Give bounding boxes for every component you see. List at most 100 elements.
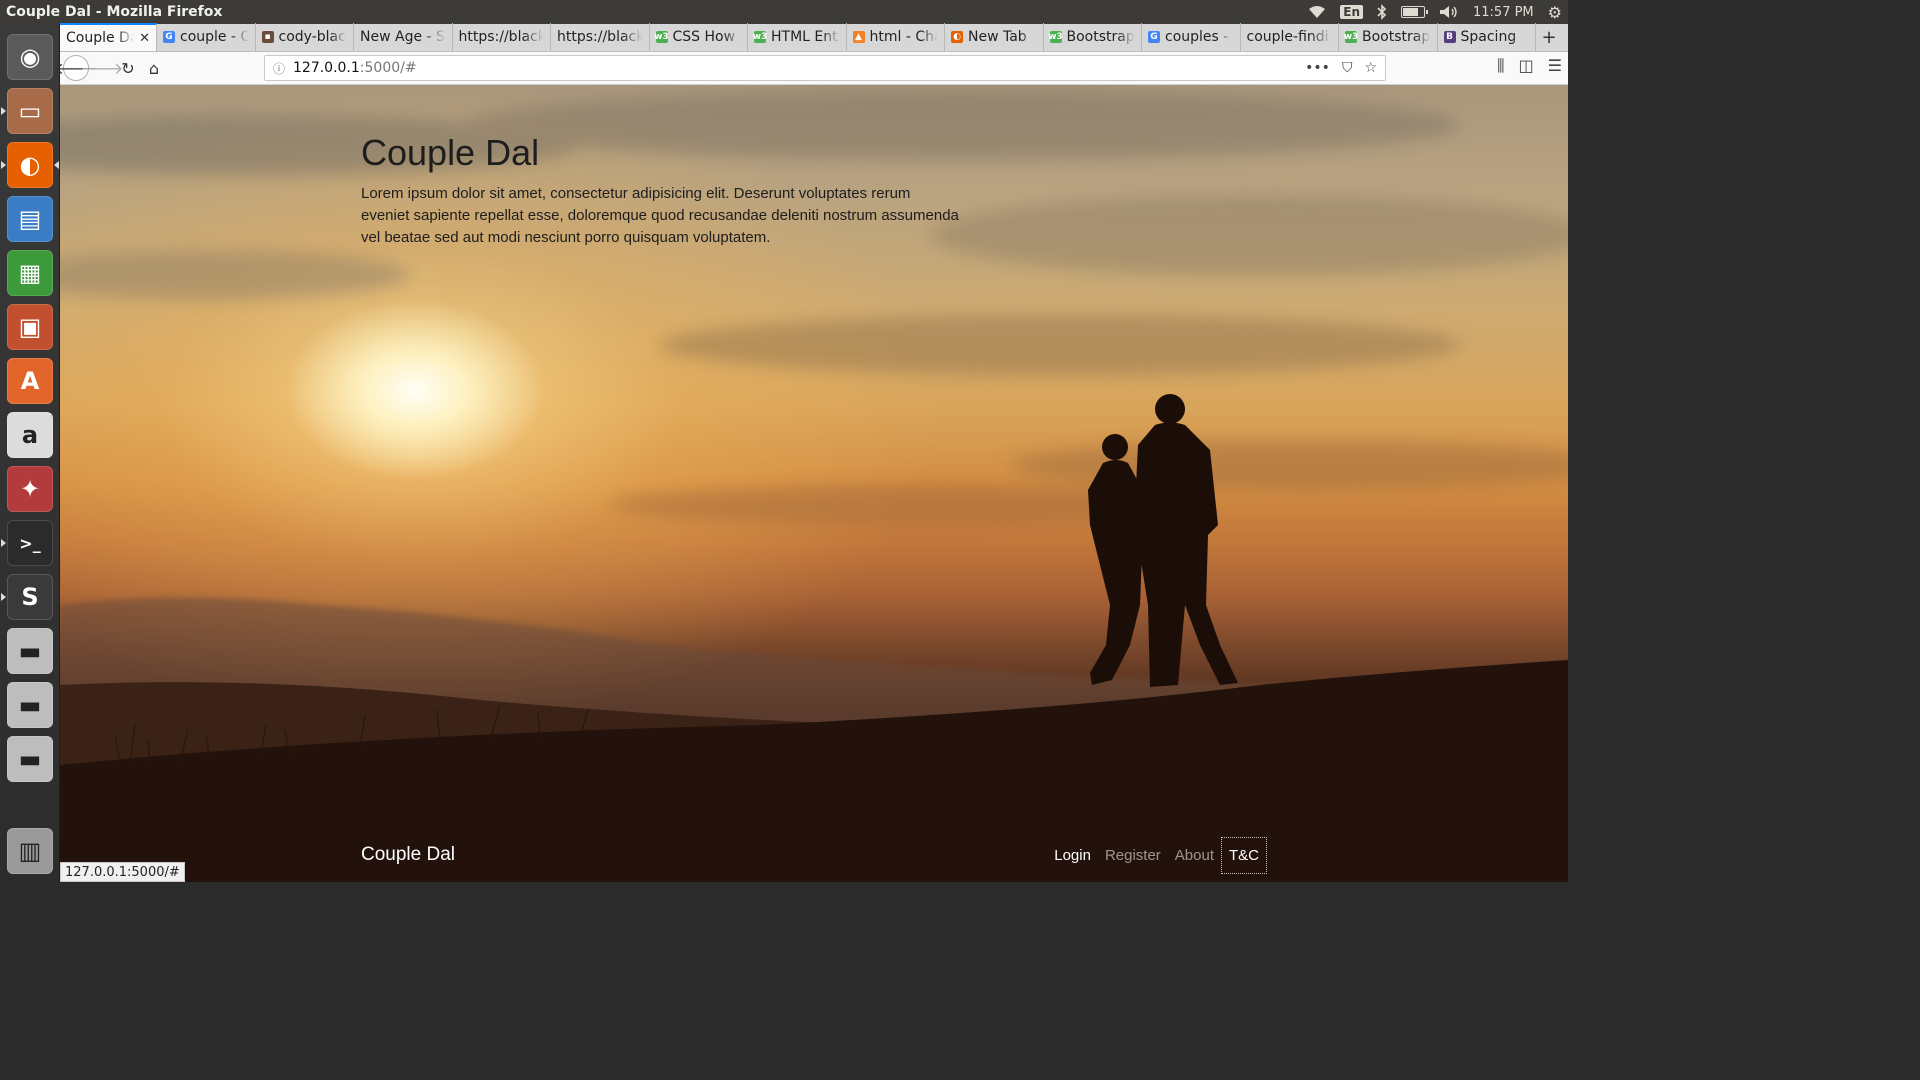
drive-icon-1[interactable]: ▬: [7, 628, 53, 674]
tab-label: couples -: [1165, 29, 1229, 45]
link-status-bar: 127.0.0.1:5000/#: [60, 862, 185, 882]
sublime-text-icon[interactable]: S: [7, 574, 53, 620]
footer-link-login[interactable]: Login: [1047, 838, 1098, 873]
url-path: :5000/#: [359, 60, 417, 76]
software-center-icon[interactable]: A: [7, 358, 53, 404]
tab-label: Spacing: [1460, 29, 1517, 45]
browser-tab[interactable]: Couple Dal ✕: [60, 23, 157, 51]
volume-icon[interactable]: [1439, 5, 1459, 19]
calc-icon[interactable]: ▦: [7, 250, 53, 296]
browser-tab[interactable]: https://black: [453, 23, 551, 51]
tab-favicon-icon: ◐: [951, 31, 963, 43]
battery-icon[interactable]: [1401, 6, 1428, 18]
bluetooth-icon[interactable]: [1377, 4, 1387, 20]
footer-link-register[interactable]: Register: [1098, 838, 1168, 873]
firefox-icon[interactable]: ◐: [7, 142, 53, 188]
browser-tab[interactable]: https://black: [551, 23, 650, 51]
browser-tab[interactable]: w3 Bootstrap: [1044, 23, 1142, 51]
amazon-icon[interactable]: a: [7, 412, 53, 458]
library-icon[interactable]: ⫼: [1497, 56, 1504, 76]
footer-link-about[interactable]: About: [1168, 838, 1221, 873]
page-title: Couple Dal: [361, 132, 540, 173]
tab-favicon-icon: w3: [1048, 31, 1063, 43]
dash-icon[interactable]: ◉: [7, 34, 53, 80]
page-actions-icon[interactable]: •••: [1305, 60, 1330, 76]
tab-label: CSS How: [672, 29, 736, 45]
session-gear-icon[interactable]: ⚙: [1548, 3, 1562, 22]
forward-button[interactable]: 🡒: [81, 55, 124, 81]
files-icon[interactable]: ▭: [7, 88, 53, 134]
focused-indicator: [54, 161, 59, 169]
browser-tab[interactable]: ▲ html - Cha: [847, 23, 945, 51]
home-button[interactable]: ⌂: [141, 55, 167, 81]
browser-tab[interactable]: couple-findi: [1241, 23, 1339, 51]
running-indicator: [1, 539, 6, 547]
system-settings-icon[interactable]: ✦: [7, 466, 53, 512]
tab-label: couple - G: [180, 29, 249, 45]
tab-label: New Tab: [968, 29, 1027, 45]
tab-favicon-icon: G: [1148, 31, 1160, 43]
new-tab-button[interactable]: +: [1536, 23, 1562, 51]
tab-label: New Age - S: [360, 29, 445, 45]
running-indicator: [1, 593, 6, 601]
browser-tab[interactable]: ▪ cody-black: [256, 23, 354, 51]
browser-tab[interactable]: w3 Bootstrap: [1339, 23, 1438, 51]
url-bar[interactable]: ⓘ 127.0.0.1:5000/# ••• ⛉ ☆: [264, 55, 1386, 81]
web-page: Couple Dal Lorem ipsum dolor sit amet, c…: [60, 85, 1568, 882]
writer-icon[interactable]: ▤: [7, 196, 53, 242]
terminal-icon[interactable]: >_: [7, 520, 53, 566]
tab-label: HTML Ent: [771, 29, 838, 45]
reload-button[interactable]: ↻: [115, 55, 141, 81]
browser-tab[interactable]: w3 HTML Ent: [748, 23, 847, 51]
tab-favicon-icon: w3: [654, 31, 669, 43]
tab-label: https://black: [458, 29, 545, 45]
browser-tab[interactable]: Gcouple - G: [157, 23, 256, 51]
pocket-icon[interactable]: ⛉: [1342, 60, 1353, 76]
toolbar-right: ⫼ ◫ ☰: [1497, 56, 1562, 76]
close-tab-icon[interactable]: ✕: [139, 31, 150, 46]
running-indicator: [1, 161, 6, 169]
keyboard-language[interactable]: En: [1340, 5, 1363, 19]
browser-tab[interactable]: ◐ New Tab: [945, 23, 1044, 51]
system-indicators: En 11:57 PM ⚙: [1308, 3, 1562, 22]
tab-favicon-icon: ▪: [261, 31, 274, 43]
footer-link-t-c[interactable]: T&C: [1221, 836, 1267, 874]
lead-paragraph: Lorem ipsum dolor sit amet, consectetur …: [361, 185, 959, 246]
tab-favicon-icon: G: [163, 31, 175, 43]
couple-silhouette: [1088, 394, 1238, 687]
drive-icon-3[interactable]: ▬: [7, 736, 53, 782]
tab-label: html - Cha: [869, 29, 939, 45]
browser-tab[interactable]: Gcouples -: [1142, 23, 1241, 51]
tab-favicon-icon: ▲: [852, 31, 865, 43]
browser-tab[interactable]: B Spacing: [1438, 23, 1536, 51]
bookmark-star-icon[interactable]: ☆: [1364, 60, 1377, 76]
tab-label: Bootstrap: [1066, 29, 1135, 45]
tab-label: https://black: [557, 29, 643, 45]
hero-section: Couple Dal Lorem ipsum dolor sit amet, c…: [361, 131, 961, 249]
tab-label: Couple Dal: [66, 30, 134, 46]
url-actions: ••• ⛉ ☆: [1305, 60, 1377, 76]
tab-favicon-icon: w3: [752, 31, 768, 43]
browser-tab[interactable]: w3 CSS How: [650, 23, 748, 51]
window-title: Couple Dal - Mozilla Firefox: [6, 4, 223, 20]
tab-favicon-icon: B: [1443, 31, 1456, 43]
footer-nav: Login Register About T&C: [1047, 836, 1267, 874]
url-host: 127.0.0.1: [293, 60, 360, 76]
running-indicator: [1, 107, 6, 115]
clock[interactable]: 11:57 PM: [1473, 5, 1534, 20]
firefox-window: Couple Dal ✕ Gcouple - G ▪ cody-black New Age…: [55, 23, 1568, 882]
site-info-icon[interactable]: ⓘ: [273, 60, 293, 77]
drive-icon-2[interactable]: ▬: [7, 682, 53, 728]
footer-brand[interactable]: Couple Dal: [361, 844, 455, 866]
page-footer: Couple Dal Login Register About T&C: [361, 836, 1267, 874]
impress-icon[interactable]: ▣: [7, 304, 53, 350]
wifi-icon[interactable]: [1308, 5, 1326, 19]
navigation-toolbar: 🡐 🡒 ↻ ⌂ ⓘ 127.0.0.1:5000/# ••• ⛉ ☆ ⫼ ◫ ☰: [55, 52, 1568, 85]
sidebar-icon[interactable]: ◫: [1519, 56, 1534, 76]
tab-label: couple-findi: [1246, 29, 1329, 45]
menu-icon[interactable]: ☰: [1548, 56, 1562, 76]
browser-tab[interactable]: New Age - S: [354, 23, 453, 51]
unity-launcher: ◉ ▭ ◐ ▤ ▦ ▣ Aa ✦ >_ S ▬ ▬ ▬ ▥: [0, 24, 60, 882]
trash-icon[interactable]: ▥: [7, 828, 53, 874]
tab-label: Bootstrap: [1362, 29, 1431, 45]
